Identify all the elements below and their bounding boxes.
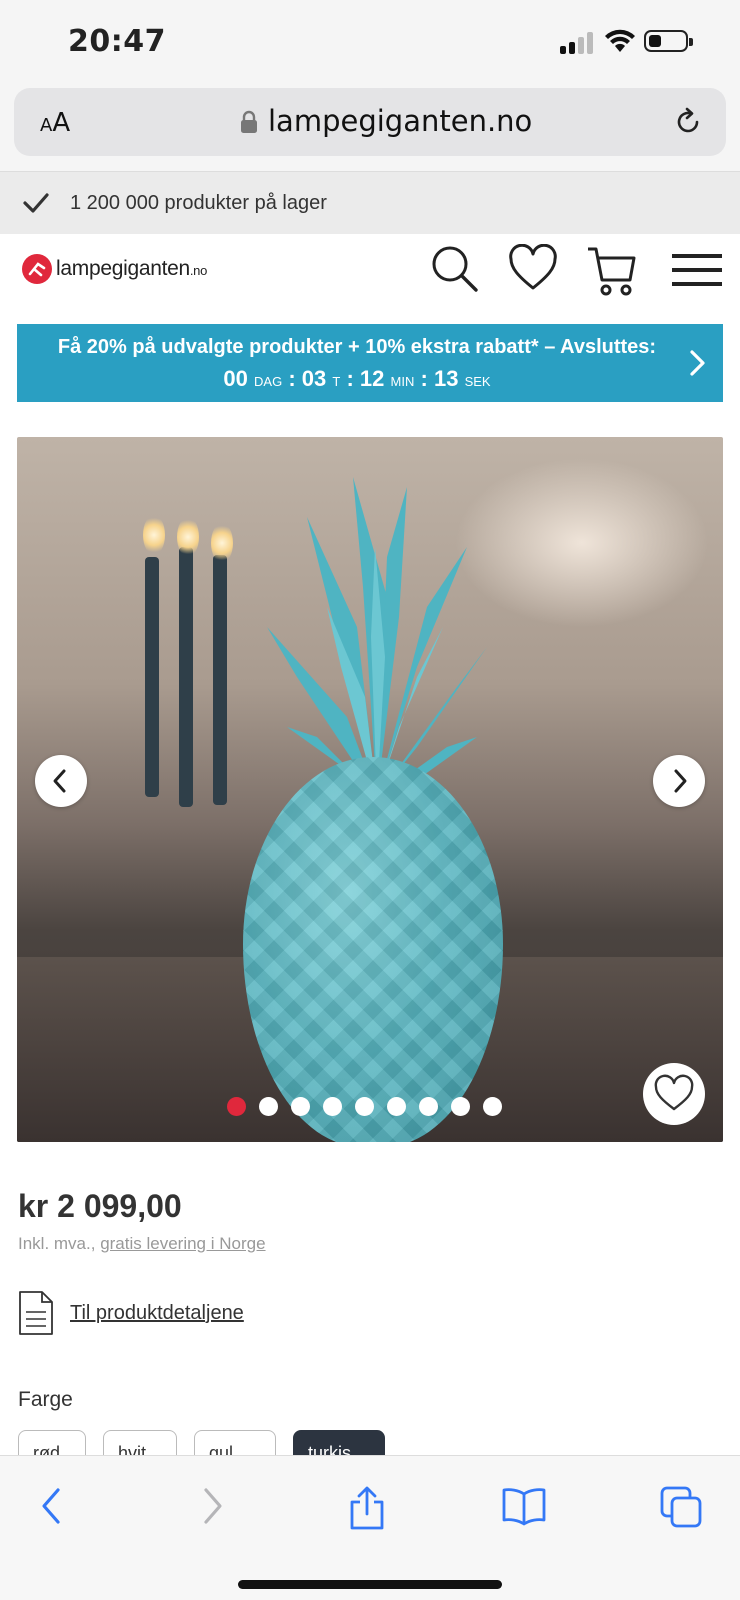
browser-address-area: AA lampegiganten.no xyxy=(0,82,740,172)
gallery-dot[interactable] xyxy=(419,1097,438,1116)
vat-info: Inkl. mva., gratis levering i Norge xyxy=(18,1234,266,1253)
gallery-dot[interactable] xyxy=(483,1097,502,1116)
gallery-dot[interactable] xyxy=(387,1097,406,1116)
wishlist-heart-icon[interactable] xyxy=(508,244,558,296)
gallery-prev-button[interactable] xyxy=(35,755,87,807)
product-image-gallery[interactable] xyxy=(17,437,723,1142)
home-indicator xyxy=(238,1580,502,1589)
site-logo[interactable]: lampegiganten.no xyxy=(22,254,207,284)
promo-text: Få 20% på udvalgte produkter + 10% ekstr… xyxy=(57,336,657,358)
gallery-dot[interactable] xyxy=(355,1097,374,1116)
status-bar: 20:47 xyxy=(0,0,740,82)
stock-text: 1 200 000 produkter på lager xyxy=(70,192,327,214)
site-header: lampegiganten.no xyxy=(0,234,740,324)
bookmarks-icon[interactable] xyxy=(502,1486,546,1526)
cart-icon[interactable] xyxy=(586,244,636,296)
product-details-link[interactable]: Til produktdetaljene xyxy=(70,1302,244,1325)
stock-banner: 1 200 000 produkter på lager xyxy=(0,172,740,234)
color-label: Farge xyxy=(18,1388,73,1411)
forward-icon[interactable] xyxy=(192,1486,232,1526)
promo-banner[interactable]: Få 20% på udvalgte produkter + 10% ekstr… xyxy=(17,324,723,402)
pineapple-leaves xyxy=(267,477,487,797)
browser-toolbar xyxy=(0,1455,740,1600)
chevron-left-icon xyxy=(53,769,66,793)
reader-settings-button[interactable]: AA xyxy=(40,108,70,138)
lock-icon xyxy=(241,110,257,133)
gallery-next-button[interactable] xyxy=(653,755,705,807)
address-bar[interactable]: AA lampegiganten.no xyxy=(14,88,726,156)
logo-text: lampegiganten.no xyxy=(56,257,208,280)
url-text[interactable]: lampegiganten.no xyxy=(268,104,532,138)
reload-icon[interactable] xyxy=(672,106,704,138)
free-delivery-link[interactable]: gratis levering i Norge xyxy=(100,1234,265,1253)
pineapple-body xyxy=(243,757,503,1142)
product-price: kr 2 099,00 xyxy=(18,1188,182,1224)
share-icon[interactable] xyxy=(346,1486,388,1530)
tabs-icon[interactable] xyxy=(660,1486,702,1528)
chevron-right-icon xyxy=(690,350,705,376)
gallery-dot[interactable] xyxy=(451,1097,470,1116)
product-image xyxy=(17,437,723,1142)
gallery-dot[interactable] xyxy=(323,1097,342,1116)
back-icon[interactable] xyxy=(32,1486,72,1526)
battery-icon xyxy=(644,30,693,52)
document-icon[interactable] xyxy=(18,1290,54,1336)
gallery-dot[interactable] xyxy=(291,1097,310,1116)
logo-mark-icon xyxy=(22,254,52,284)
gallery-dot[interactable] xyxy=(227,1097,246,1116)
add-to-wishlist-button[interactable] xyxy=(643,1063,705,1125)
checkmark-icon xyxy=(23,193,49,213)
menu-hamburger-icon[interactable] xyxy=(670,244,724,296)
promo-countdown: 00 DAG : 03 T : 12 MIN : 13 SEK xyxy=(223,366,491,391)
cellular-signal-icon xyxy=(560,32,596,54)
wifi-icon xyxy=(605,29,635,52)
heart-icon xyxy=(654,1074,694,1111)
gallery-pagination xyxy=(227,1097,502,1116)
chevron-right-icon xyxy=(674,769,687,793)
gallery-dot[interactable] xyxy=(259,1097,278,1116)
status-time: 20:47 xyxy=(68,24,166,59)
search-icon[interactable] xyxy=(430,244,480,296)
